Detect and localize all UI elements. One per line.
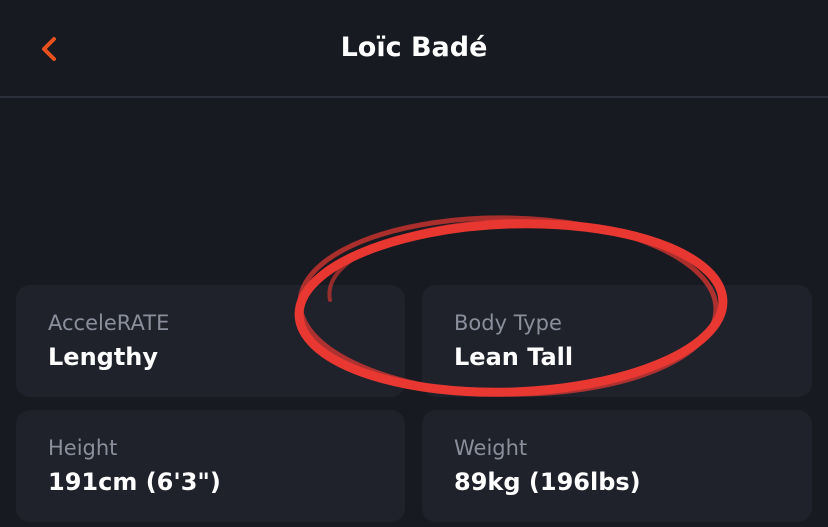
stat-card-height: Height 191cm (6'3") bbox=[16, 410, 405, 522]
stat-value: Lengthy bbox=[48, 343, 159, 371]
stat-card-accelerate: AcceleRATE Lengthy bbox=[16, 285, 405, 397]
stat-card-body-type: Body Type Lean Tall bbox=[422, 285, 812, 397]
stat-label: Height bbox=[48, 436, 118, 460]
stat-value: Lean Tall bbox=[454, 343, 574, 371]
stat-label: Body Type bbox=[454, 311, 562, 335]
stat-value: 191cm (6'3") bbox=[48, 468, 221, 496]
stat-value: 89kg (196lbs) bbox=[454, 468, 641, 496]
top-bar: Loïc Badé bbox=[0, 0, 828, 98]
stat-label: Weight bbox=[454, 436, 528, 460]
stat-card-weight: Weight 89kg (196lbs) bbox=[422, 410, 812, 522]
page-title: Loïc Badé bbox=[340, 32, 488, 63]
stat-label: AcceleRATE bbox=[48, 311, 170, 335]
